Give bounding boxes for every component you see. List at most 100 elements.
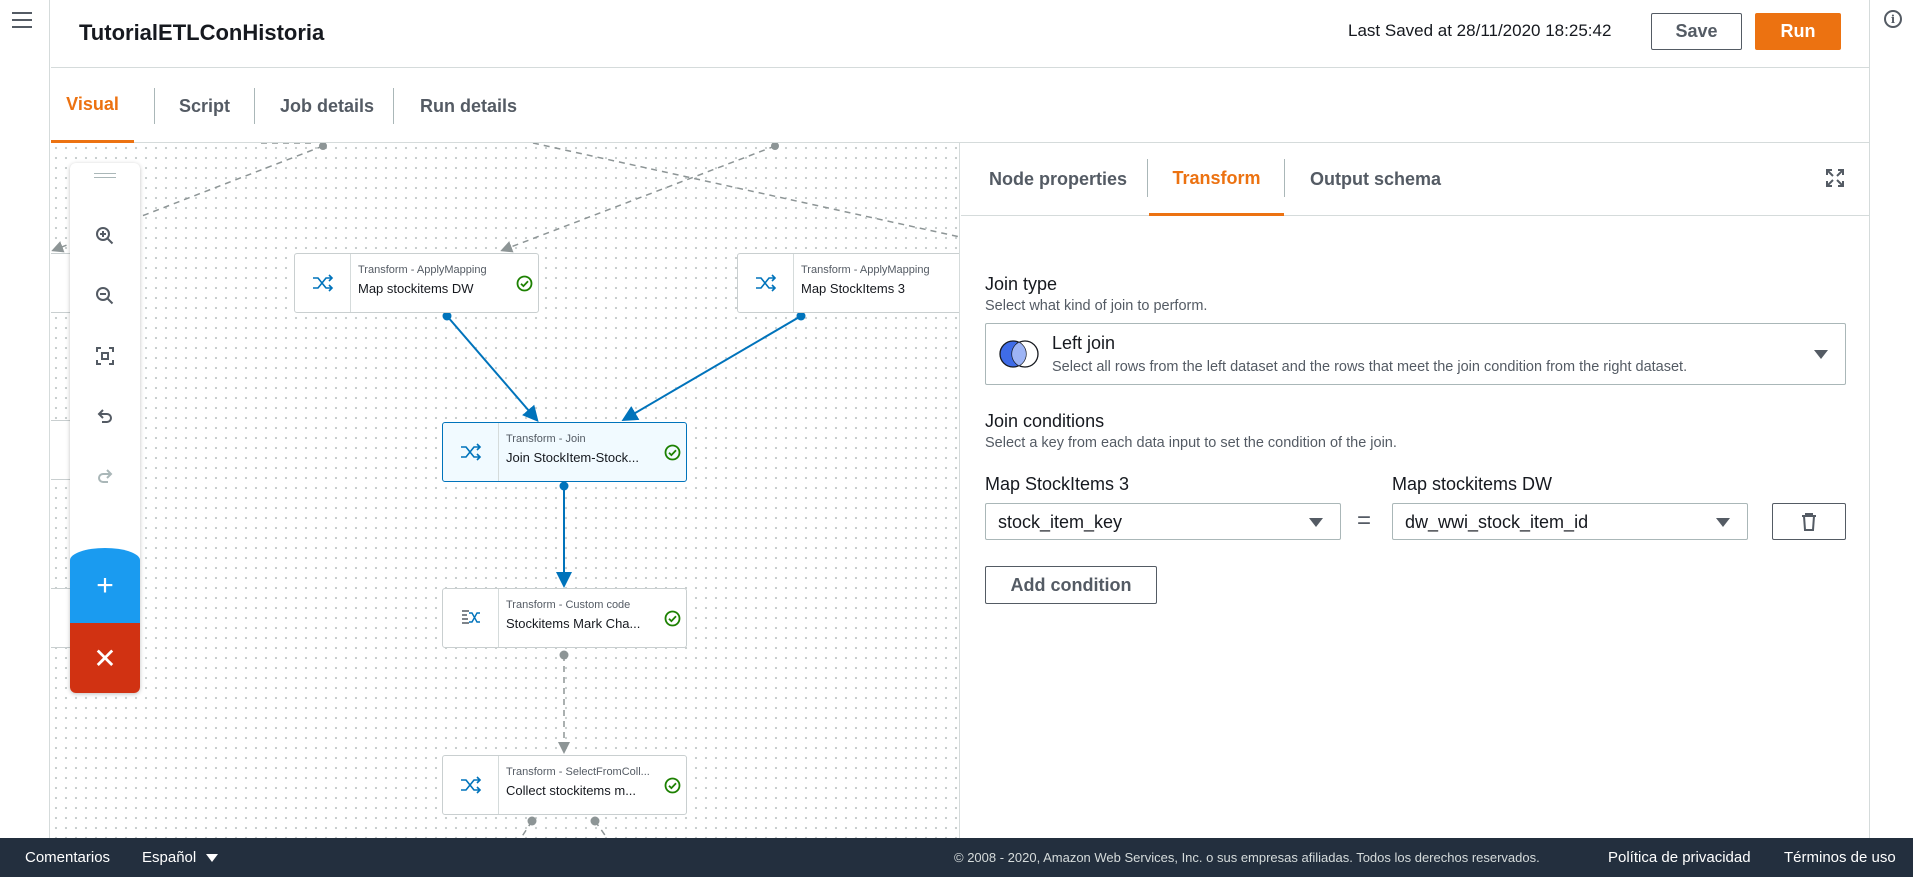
hamburger-menu-icon[interactable] (12, 8, 36, 32)
job-header: TutorialETLConHistoria Last Saved at 28/… (51, 0, 1869, 68)
join-type-label: Join type (985, 274, 1058, 294)
edge-endpoint (559, 650, 569, 660)
node-name: Map StockItems 3 (801, 281, 906, 296)
fit-to-screen-icon (96, 347, 114, 365)
footer: Comentarios Español © 2008 - 2020, Amazo… (0, 838, 1913, 877)
node-collect-stockitems[interactable]: Transform - SelectFromColl... Collect st… (442, 755, 687, 815)
node-name: Join StockItem-Stock... (506, 450, 639, 465)
node-map-stockitems-3[interactable]: Transform - ApplyMapping Map StockItems … (737, 253, 961, 313)
node-icon-box (738, 254, 794, 312)
left-input-label: Map StockItems 3 (985, 474, 1130, 494)
edge-solid (446, 315, 539, 423)
node-type: Transform - ApplyMapping (801, 264, 930, 276)
copyright-text: © 2008 - 2020, Amazon Web Services, Inc.… (954, 850, 1540, 865)
caret-down-icon (206, 854, 219, 863)
tab-visual[interactable]: Visual (51, 69, 134, 143)
expand-icon[interactable] (1824, 167, 1846, 189)
node-name: Collect stockitems m... (506, 783, 637, 798)
chevron-down-icon (1716, 518, 1730, 527)
zoom-out-button[interactable] (70, 266, 140, 326)
chevron-down-icon (1309, 518, 1323, 527)
tab-separator (154, 88, 155, 124)
edge-solid (621, 315, 802, 422)
success-check-icon (664, 777, 680, 793)
last-saved-status: Last Saved at 28/11/2020 18:25:42 (1348, 21, 1612, 40)
zoom-in-button[interactable] (70, 206, 140, 266)
equals-operator: = (1357, 507, 1372, 534)
edge-dashed (500, 145, 776, 253)
right-input-label: Map stockitems DW (1392, 474, 1553, 494)
node-type: Transform - Custom code (506, 599, 631, 611)
redo-button[interactable] (70, 446, 140, 506)
save-button[interactable]: Save (1651, 13, 1742, 50)
zoom-out-icon (96, 287, 114, 305)
zoom-in-icon (96, 227, 114, 245)
drag-handle-icon[interactable] (94, 173, 116, 181)
tab-run-details[interactable]: Run details (420, 69, 517, 143)
panel-tabs: Node properties Transform Output schema (961, 143, 1869, 216)
left-join-icon (999, 340, 1039, 368)
node-icon-box (443, 589, 499, 647)
success-check-icon (959, 275, 961, 292)
language-label: Español (142, 849, 197, 866)
edge-endpoint (527, 816, 537, 826)
join-type-select[interactable]: Left join Select all rows from the left … (985, 323, 1846, 385)
tab-job-details[interactable]: Job details (280, 69, 374, 143)
node-type: Transform - Join (506, 433, 586, 445)
join-conditions-description: Select a key from each data input to set… (985, 435, 1397, 451)
right-key-select[interactable]: dw_wwi_stock_item_id (1392, 503, 1748, 540)
add-condition-button[interactable]: Add condition (985, 566, 1157, 604)
info-icon[interactable]: i (1884, 10, 1902, 28)
success-check-icon (516, 275, 532, 291)
node-name: Map stockitems DW (358, 281, 474, 296)
node-stockitems-mark-changes[interactable]: Transform - Custom code Stockitems Mark … (442, 588, 687, 648)
tab-node-properties[interactable]: Node properties (989, 143, 1127, 216)
node-type: Transform - ApplyMapping (358, 264, 487, 276)
edge-dashed (532, 143, 959, 238)
tab-separator (1147, 159, 1148, 197)
chevron-down-icon (1814, 350, 1828, 359)
tab-separator (393, 88, 394, 124)
success-check-icon (664, 610, 680, 626)
join-type-selected-label: Left join (1052, 333, 1116, 353)
join-type-description: Select what kind of join to perform. (985, 298, 1208, 314)
trash-icon (1802, 512, 1816, 531)
node-join-stockitem[interactable]: Transform - Join Join StockItem-Stock... (442, 422, 687, 482)
shuffle-icon (460, 776, 481, 794)
node-map-stockitems-dw[interactable]: Transform - ApplyMapping Map stockitems … (294, 253, 539, 313)
tab-separator (1284, 159, 1285, 197)
undo-button[interactable] (70, 386, 140, 446)
terms-link[interactable]: Términos de uso (1784, 849, 1896, 866)
node-icon-box (295, 254, 351, 312)
node-details-panel: Node properties Transform Output schema … (961, 143, 1869, 838)
left-key-value: stock_item_key (998, 512, 1123, 532)
visual-canvas[interactable]: Transform - ApplyMapping Map stockitems … (51, 143, 960, 838)
main-tabs: Visual Script Job details Run details (51, 69, 1869, 143)
left-rail (0, 0, 50, 838)
edge-endpoint (771, 143, 779, 150)
job-title: TutorialETLConHistoria (79, 20, 325, 45)
edge-endpoint (559, 481, 569, 491)
tab-output-schema[interactable]: Output schema (1310, 143, 1441, 216)
shuffle-icon (312, 274, 333, 292)
right-rail: i (1869, 0, 1913, 838)
add-node-button[interactable]: + (70, 548, 140, 623)
language-selector[interactable]: Español (142, 849, 219, 866)
fit-to-screen-button[interactable] (70, 326, 140, 386)
run-button[interactable]: Run (1755, 13, 1841, 50)
tab-separator (254, 88, 255, 124)
node-icon-box (443, 423, 499, 481)
tab-script[interactable]: Script (179, 69, 230, 143)
privacy-link[interactable]: Política de privacidad (1608, 849, 1751, 866)
custom-code-icon (461, 610, 480, 624)
edges-layer (51, 143, 959, 838)
feedback-link[interactable]: Comentarios (25, 849, 110, 866)
shuffle-icon (755, 274, 776, 292)
node-type: Transform - SelectFromColl... (506, 766, 650, 778)
tab-transform[interactable]: Transform (1149, 143, 1284, 216)
join-conditions-label: Join conditions (985, 411, 1105, 431)
left-key-select[interactable]: stock_item_key (985, 503, 1341, 540)
remove-node-button[interactable]: ✕ (70, 623, 140, 693)
edge-endpoint (319, 143, 327, 150)
delete-condition-button[interactable] (1772, 503, 1846, 540)
